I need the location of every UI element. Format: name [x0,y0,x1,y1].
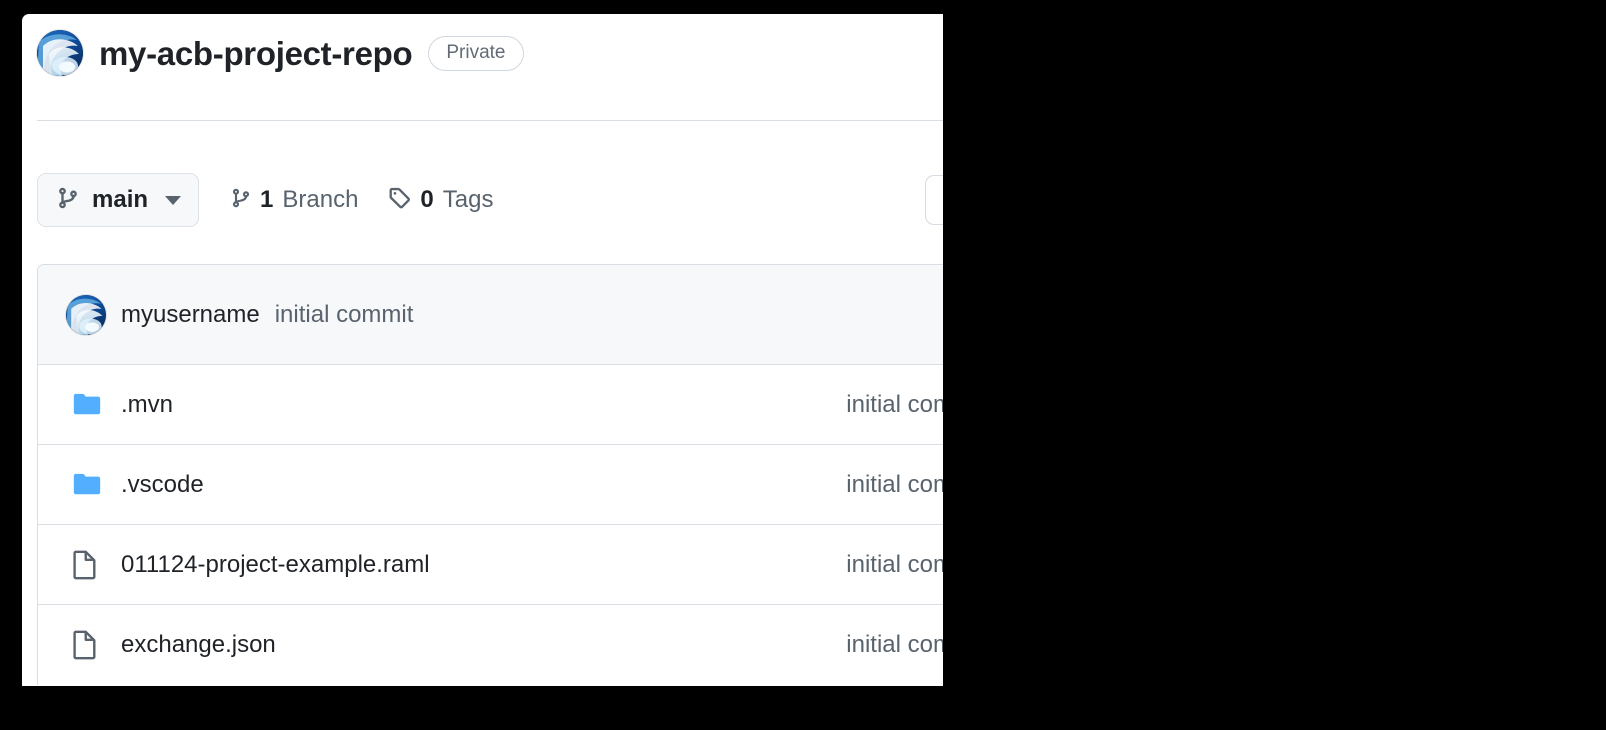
ocean-wave-avatar-icon[interactable] [66,295,106,335]
chevron-down-icon [165,196,181,205]
file-name[interactable]: .mvn [121,391,173,419]
table-row[interactable]: exchange.json initial commit [38,605,943,685]
file-commit-message[interactable]: initial commit [846,551,943,579]
file-icon [72,550,104,580]
folder-icon [72,392,104,418]
file-name[interactable]: 011124-project-example.raml [121,551,430,579]
branch-selector-label: main [92,188,148,212]
file-commit-message[interactable]: initial commit [846,471,943,499]
tag-count[interactable]: 0 Tags [388,187,493,214]
file-listing-table: myusername initial commit .mvn initial c… [37,264,943,685]
git-branch-icon [231,187,251,214]
branch-count-label: Branch [282,188,358,212]
repository-toolbar: main 1 Branch [37,171,943,229]
repository-panel: my-acb-project-repo Private main [22,14,943,686]
git-branch-icon [57,186,79,215]
tag-icon [388,187,411,214]
file-commit-message[interactable]: initial commit [846,631,943,659]
header-divider [37,120,943,121]
tag-count-label: Tags [443,188,494,212]
repository-header: my-acb-project-repo Private [37,30,524,76]
table-row[interactable]: .vscode initial commit [38,445,943,525]
file-name[interactable]: .vscode [121,471,204,499]
repository-name[interactable]: my-acb-project-repo [99,37,412,70]
ocean-wave-avatar-icon [37,30,83,76]
file-name[interactable]: exchange.json [121,631,276,659]
table-row[interactable]: .mvn initial commit [38,365,943,445]
visibility-badge: Private [428,36,523,71]
file-commit-message[interactable]: initial commit [846,391,943,419]
commit-message[interactable]: initial commit [275,301,414,329]
repository-counts: 1 Branch 0 Tags [231,187,493,214]
branch-count[interactable]: 1 Branch [231,187,358,214]
latest-commit-bar: myusername initial commit [38,265,943,365]
commit-author[interactable]: myusername [121,301,260,329]
folder-icon [72,472,104,498]
tag-count-number: 0 [420,188,433,212]
file-icon [72,630,104,660]
table-row[interactable]: 011124-project-example.raml initial comm… [38,525,943,605]
search-input[interactable] [925,175,943,225]
branch-count-number: 1 [260,188,273,212]
branch-selector-button[interactable]: main [37,173,199,227]
